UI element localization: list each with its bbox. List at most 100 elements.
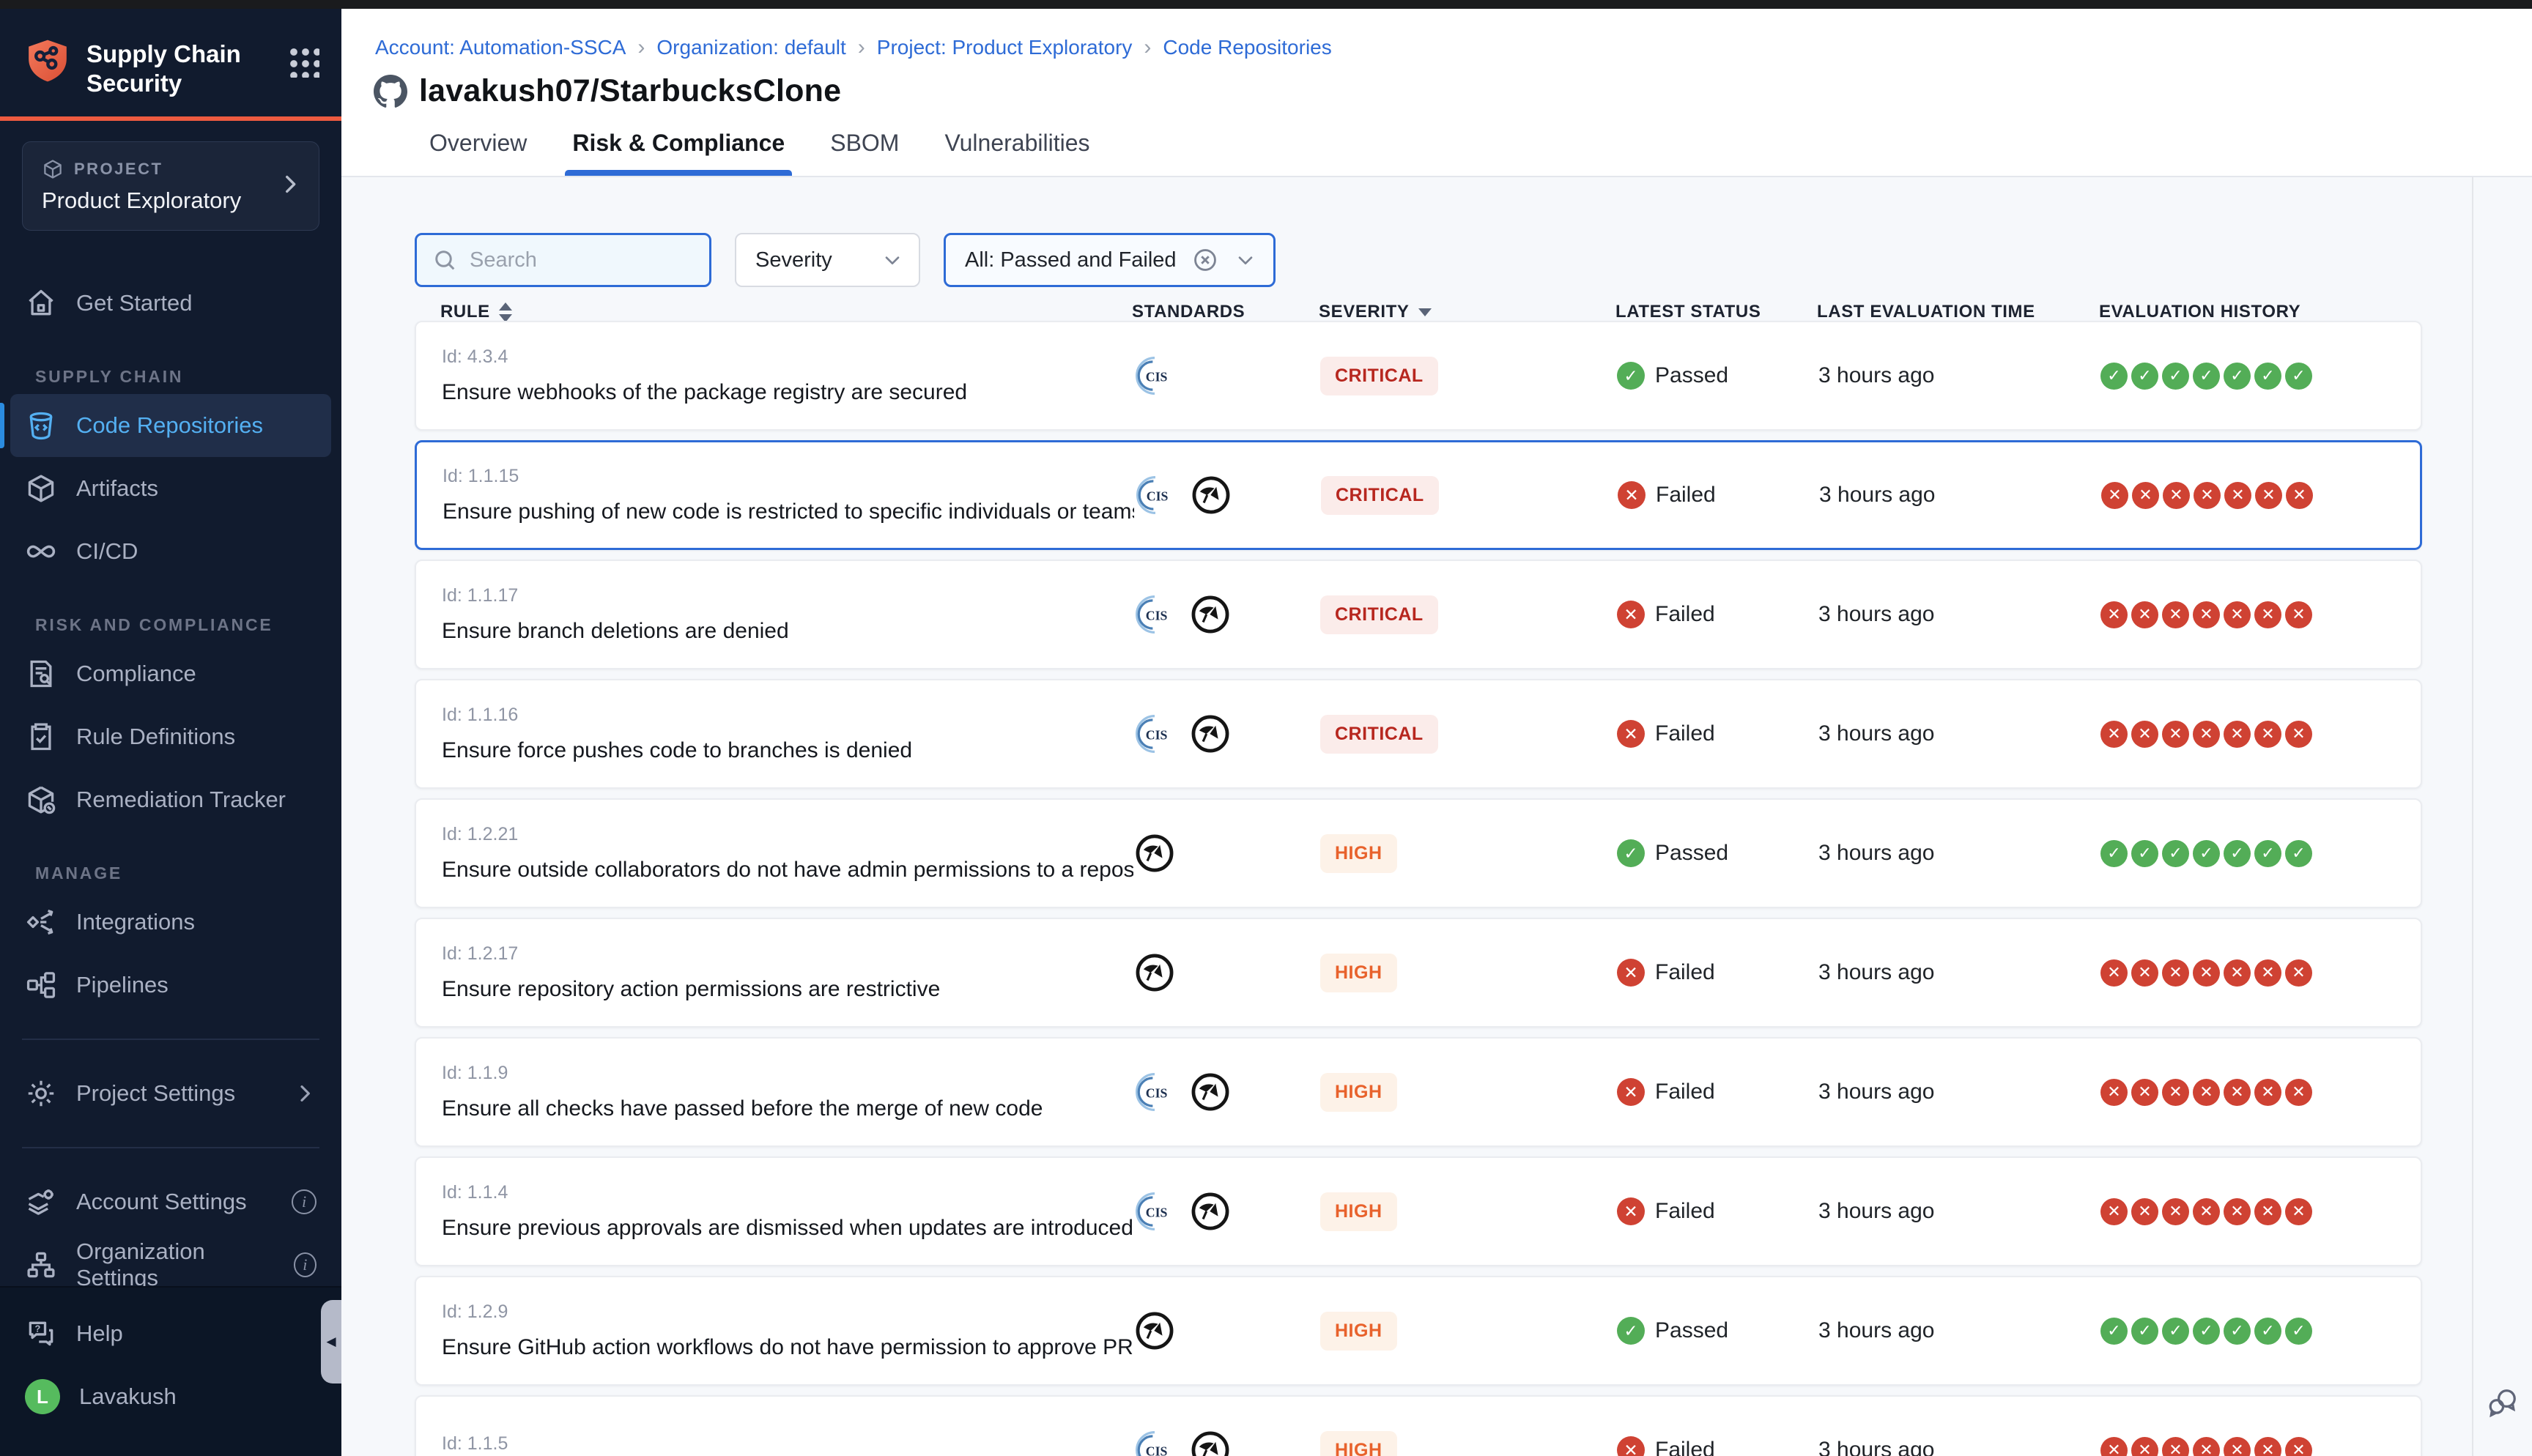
table-row[interactable]: Id: 4.3.4 Ensure webhooks of the package… [415,321,2422,431]
rule-name: Ensure repository action permissions are… [442,977,1133,1002]
history-failed-icon: ✕ [2285,959,2312,987]
app-window: Supply Chain Security PROJECT Product Ex… [0,0,2532,1456]
table-row[interactable]: Id: 1.2.9 Ensure GitHub action workflows… [415,1276,2422,1386]
status-text: Passed [1655,363,1728,388]
status-text: Failed [1655,1199,1715,1224]
owasp-standard-badge [1189,1190,1232,1233]
sidebar: Supply Chain Security PROJECT Product Ex… [0,9,341,1456]
rule-name: Ensure pushing of new code is restricted… [443,499,1134,524]
history-failed-icon: ✕ [2254,1198,2281,1225]
breadcrumb-separator: › [858,35,865,60]
status-filter-label: All: Passed and Failed [965,248,1177,272]
rule-id: Id: 1.1.9 [442,1063,1133,1084]
severity-badge: HIGH [1320,834,1397,873]
sidebar-divider [22,1147,319,1148]
sidebar-item-code-repositories[interactable]: Code Repositories [10,394,331,457]
history-failed-icon: ✕ [2193,601,2220,628]
sidebar-item-label: Get Started [76,290,193,316]
tab-sbom[interactable]: SBOM [826,130,903,176]
info-icon[interactable]: i [294,1252,316,1277]
table-row[interactable]: Id: 1.1.16 Ensure force pushes code to b… [415,679,2422,789]
evaluation-history: ✕✕✕✕✕✕✕ [2101,482,2420,509]
sidebar-item-artifacts[interactable]: Artifacts [10,457,331,520]
rule-name: Ensure force pushes code to branches is … [442,738,1133,763]
history-failed-icon: ✕ [2162,601,2189,628]
sidebar-item-project-settings[interactable]: Project Settings [10,1062,331,1125]
history-passed-icon: ✓ [2100,363,2128,390]
tab-vulnerabilities[interactable]: Vulnerabilities [940,130,1094,176]
severity-badge: HIGH [1320,1192,1397,1231]
tab-risk-compliance[interactable]: Risk & Compliance [568,130,789,176]
info-icon[interactable]: i [292,1189,316,1214]
rule-name: Ensure webhooks of the package registry … [442,380,1133,405]
sidebar-item-label: Help [76,1321,123,1347]
history-failed-icon: ✕ [2224,1198,2251,1225]
history-passed-icon: ✓ [2285,1318,2312,1345]
sidebar-item-integrations[interactable]: Integrations [10,891,331,954]
column-header-severity[interactable]: SEVERITY [1319,302,1615,322]
last-evaluation-time: 3 hours ago [1818,1080,2100,1104]
table-row[interactable]: Id: 1.2.17 Ensure repository action perm… [415,918,2422,1028]
section-label-manage: MANAGE [0,831,341,891]
pipelines-icon [25,969,57,1001]
standards-cell: CIS [1133,593,1320,636]
sidebar-divider [22,1039,319,1040]
sidebar-item-help[interactable]: ? Help [10,1302,331,1365]
table-row[interactable]: Id: 1.1.9 Ensure all checks have passed … [415,1037,2422,1147]
svg-text:CIS: CIS [1146,1085,1168,1100]
sidebar-item-account-settings[interactable]: Account Settings i [10,1170,331,1233]
last-evaluation-time: 3 hours ago [1818,1199,2100,1224]
accent-divider [0,116,341,121]
app-switcher-icon[interactable] [287,45,319,78]
sidebar-item-ci-cd[interactable]: CI/CD [10,520,331,583]
history-failed-icon: ✕ [2100,601,2128,628]
history-failed-icon: ✕ [2131,1437,2158,1456]
severity-filter-dropdown[interactable]: Severity [735,233,920,287]
sidebar-collapse-handle[interactable]: ◀ [321,1300,341,1383]
breadcrumb-project-product-exploratory[interactable]: Project: Product Exploratory [877,36,1133,59]
sidebar-item-remediation-tracker[interactable]: Remediation Tracker [10,768,331,831]
breadcrumb-organization-default[interactable]: Organization: default [656,36,845,59]
evaluation-history: ✓✓✓✓✓✓✓ [2100,363,2421,390]
sidebar-item-label: Remediation Tracker [76,787,286,813]
table-row[interactable]: Id: 1.1.17 Ensure branch deletions are d… [415,560,2422,669]
svg-text:CIS: CIS [1146,369,1168,384]
breadcrumb-code-repositories[interactable]: Code Repositories [1163,36,1331,59]
owasp-standard-badge [1190,474,1232,516]
column-header-rule[interactable]: RULE [415,302,1132,322]
breadcrumb: Account: Automation-SSCA › Organization: d… [341,9,2532,60]
code-repo-icon [25,409,57,442]
history-failed-icon: ✕ [2193,959,2220,987]
status-icon: ✕ [1617,1436,1645,1456]
table-row[interactable]: Id: 1.1.5 CIS HIGH ✕ Failed 3 hours ago … [415,1395,2422,1456]
user-menu[interactable]: L Lavakush [10,1365,331,1428]
project-name: Product Exploratory [42,187,300,214]
status-filter-dropdown[interactable]: All: Passed and Failed [944,233,1276,287]
history-failed-icon: ✕ [2193,1198,2220,1225]
sidebar-item-compliance[interactable]: Compliance [10,642,331,705]
chat-bubbles-icon[interactable] [2484,1383,2522,1425]
sidebar-item-pipelines[interactable]: Pipelines [10,954,331,1017]
history-failed-icon: ✕ [2254,721,2281,748]
table-row[interactable]: Id: 1.2.21 Ensure outside collaborators … [415,798,2422,908]
table-row[interactable]: Id: 1.1.15 Ensure pushing of new code is… [415,440,2422,550]
last-evaluation-time: 3 hours ago [1818,1438,2100,1456]
chevron-down-icon [1234,248,1257,272]
sidebar-item-label: Organization Settings [76,1238,275,1291]
tab-overview[interactable]: Overview [425,130,531,176]
breadcrumb-account-automation-ssca[interactable]: Account: Automation-SSCA [375,36,626,59]
column-header-latest-status: LATEST STATUS [1615,302,1817,322]
layers-gear-icon [25,1186,57,1218]
history-failed-icon: ✕ [2193,1437,2220,1456]
rule-id: Id: 1.2.21 [442,824,1133,845]
sidebar-item-get-started[interactable]: Get Started [10,272,331,335]
table-row[interactable]: Id: 1.1.4 Ensure previous approvals are … [415,1156,2422,1266]
project-selector[interactable]: PROJECT Product Exploratory [22,141,319,231]
chevron-right-icon [293,1082,316,1105]
sidebar-item-label: Code Repositories [76,412,263,439]
clear-filter-icon[interactable] [1191,246,1219,274]
history-failed-icon: ✕ [2254,1079,2281,1106]
search-input[interactable] [470,248,695,272]
sidebar-item-rule-definitions[interactable]: Rule Definitions [10,705,331,768]
evaluation-history: ✕✕✕✕✕✕✕ [2100,1198,2421,1225]
